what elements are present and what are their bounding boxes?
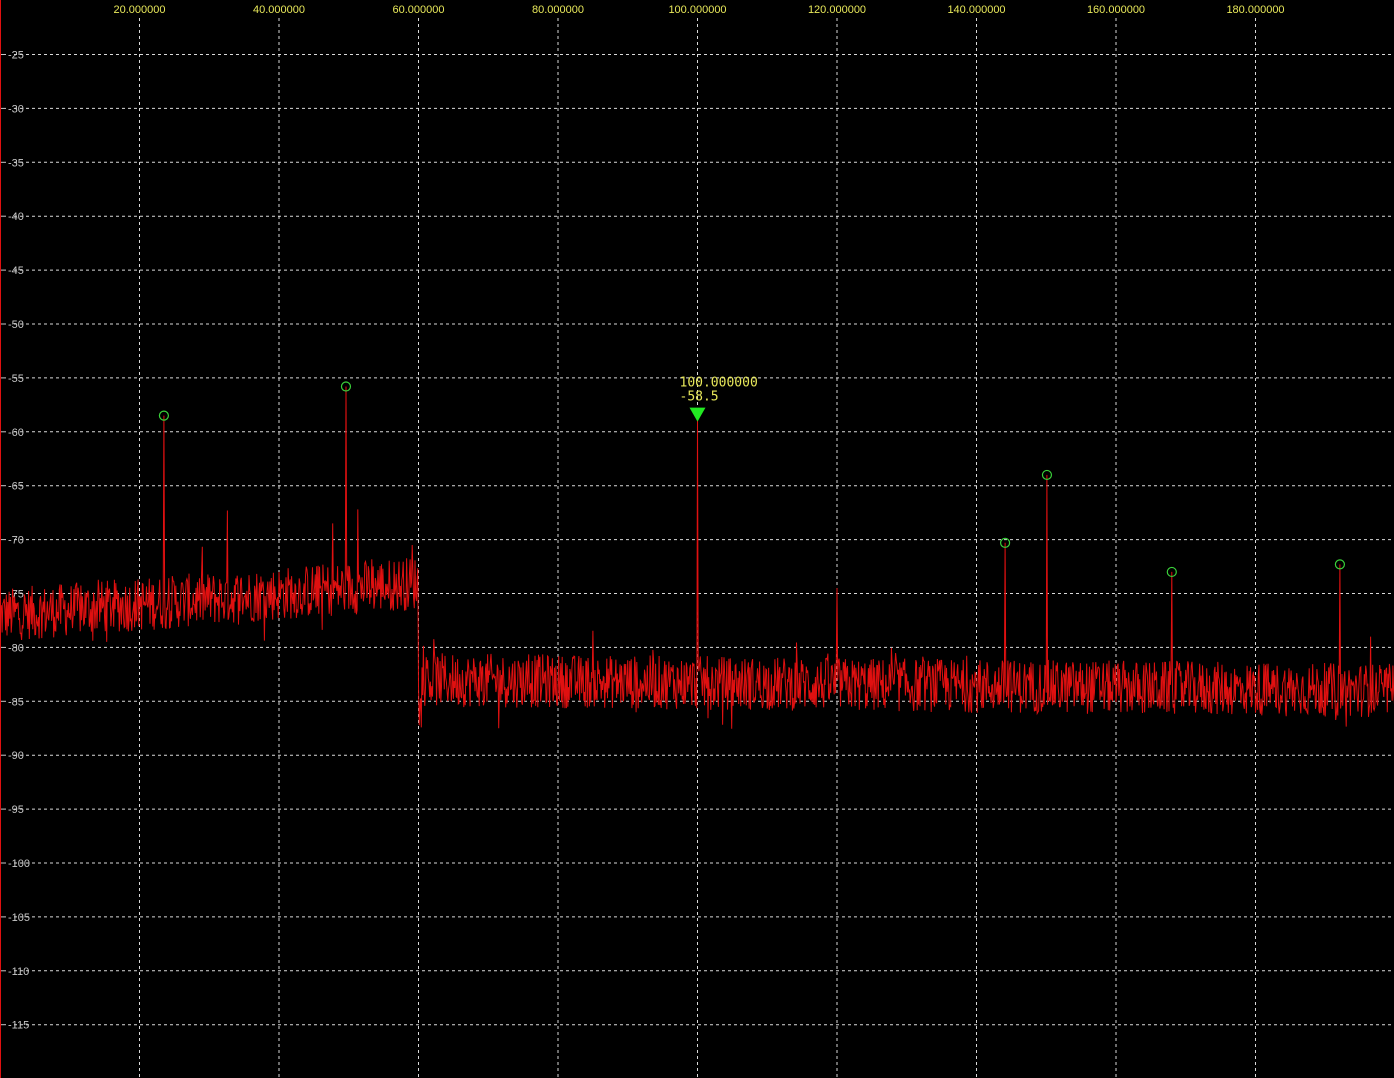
spectrum-plot[interactable]: 20.000000 40.000000 60.000000 80.000000 100.…	[0, 0, 1394, 1078]
y-tick-label: -90	[8, 750, 24, 762]
y-tick-label: -55	[8, 373, 24, 385]
y-tick-label: -50	[8, 319, 24, 331]
x-tick-label: 120.000000	[808, 4, 866, 16]
y-tick-label: -110	[8, 966, 29, 978]
y-tick-label: -30	[8, 103, 24, 115]
y-tick-label: -65	[8, 481, 24, 493]
y-tick-label: -45	[8, 265, 24, 277]
y-tick-label: -85	[8, 696, 24, 708]
y-tick-label: -35	[8, 157, 24, 169]
x-tick-label: 140.000000	[947, 4, 1005, 16]
x-tick-label: 100.000000	[668, 4, 726, 16]
y-tick-label: -95	[8, 804, 24, 816]
marker-frequency-readout: 100.000000	[680, 376, 758, 391]
marker-level-readout: -58.5	[680, 390, 719, 405]
y-tick-label: -115	[8, 1020, 29, 1032]
y-tick-label: -70	[8, 535, 24, 547]
y-tick-label: -25	[8, 50, 24, 62]
x-axis-ticks: 20.000000 40.000000 60.000000 80.000000 100.…	[114, 4, 1285, 16]
y-tick-label: -60	[8, 427, 24, 439]
x-tick-label: 180.000000	[1226, 4, 1284, 16]
x-tick-label: 40.000000	[253, 4, 305, 16]
x-tick-label: 80.000000	[532, 4, 584, 16]
y-tick-label: -80	[8, 642, 24, 654]
x-tick-label: 160.000000	[1087, 4, 1145, 16]
y-tick-label: -100	[8, 858, 30, 870]
x-tick-label: 20.000000	[114, 4, 166, 16]
y-tick-label: -105	[8, 912, 30, 924]
x-tick-label: 60.000000	[393, 4, 445, 16]
y-tick-label: -40	[8, 211, 24, 223]
